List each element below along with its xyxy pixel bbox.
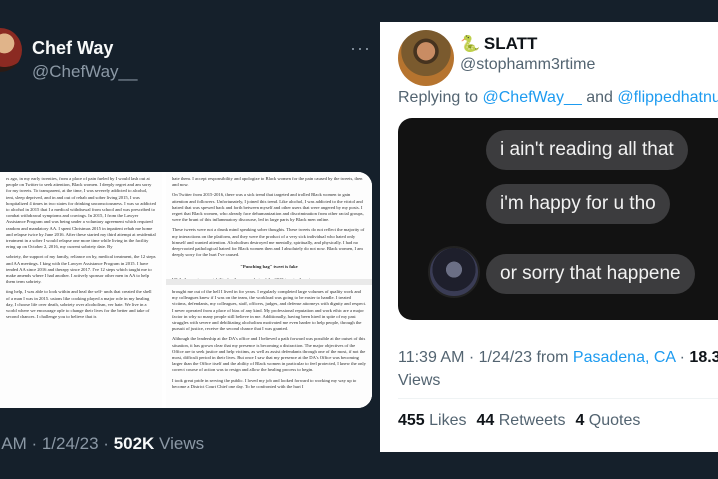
handle[interactable]: @ChefWay__ bbox=[32, 62, 137, 82]
message-bubble: i'm happy for u tho bbox=[486, 184, 670, 224]
statement-heading: "Punching bag" tweet is fake bbox=[240, 264, 298, 270]
display-name[interactable]: Chef Way bbox=[32, 38, 113, 59]
more-options-icon[interactable]: ··· bbox=[350, 38, 371, 59]
tweet-meta: 11:39 AM · 1/24/23 from Pasadena, CA · 1… bbox=[398, 346, 718, 392]
message-bubble: or sorry that happene bbox=[486, 254, 695, 294]
quotes-count: 4 bbox=[575, 412, 585, 429]
retweets-label: Retweets bbox=[494, 412, 566, 429]
reply-user-link[interactable]: @flippedhatnup bbox=[617, 89, 718, 106]
retweets-count: 44 bbox=[476, 412, 495, 429]
slatt-avatar[interactable] bbox=[398, 30, 454, 86]
views-label: Views bbox=[398, 372, 441, 389]
views-count: 502K bbox=[113, 434, 155, 453]
meta-separator: · bbox=[675, 349, 690, 366]
statement-page-1[interactable]: rs ago, in my early twenties, from a pla… bbox=[0, 172, 162, 408]
sender-avatar bbox=[428, 246, 480, 298]
snake-emoji-icon: 🐍 bbox=[460, 36, 480, 53]
likes-count: 455 bbox=[398, 412, 425, 429]
views-count: 18.3 bbox=[689, 349, 718, 366]
statement-images[interactable]: rs ago, in my early twenties, from a pla… bbox=[0, 172, 372, 408]
statement-paragraph: sobriety, the support of my family, reli… bbox=[6, 254, 156, 285]
right-tweet: 🐍 SLATT @stophamm3rtime Replying to @Che… bbox=[380, 22, 718, 452]
tweet-time[interactable]: 5 AM · 1/24/23 · bbox=[0, 434, 114, 453]
divider bbox=[398, 398, 718, 399]
reply-and: and bbox=[581, 89, 618, 106]
replying-prefix: Replying to bbox=[398, 89, 483, 106]
message-bubble: i ain't reading all that bbox=[486, 130, 688, 170]
statement-paragraph: On Twitter from 2015-2016, there was a s… bbox=[172, 192, 364, 223]
replying-to: Replying to @ChefWay__ and @flippedhatnu… bbox=[398, 89, 718, 107]
statement-page-3[interactable]: brought me out of the hell I lived in fo… bbox=[166, 285, 372, 408]
likes-stat[interactable]: 455 Likes bbox=[398, 412, 467, 429]
display-name[interactable]: 🐍 SLATT bbox=[460, 34, 537, 54]
statement-paragraph: These tweets were not a drunk mind speak… bbox=[172, 227, 365, 258]
location-link[interactable]: Pasadena, CA bbox=[573, 349, 675, 366]
tweet-image[interactable]: i ain't reading all that i'm happy for u… bbox=[398, 118, 718, 320]
views-label: Views bbox=[154, 434, 205, 453]
likes-label: Likes bbox=[424, 412, 467, 429]
reply-user-link[interactable]: @ChefWay__ bbox=[483, 89, 582, 106]
quotes-label: Quotes bbox=[584, 412, 641, 429]
left-tweet: Chef Way @ChefWay__ ··· rs ago, in my ea… bbox=[0, 0, 380, 479]
statement-paragraph: I took great pride in serving the public… bbox=[172, 377, 357, 389]
handle[interactable]: @stophamm3rtime bbox=[460, 56, 595, 74]
statement-paragraph: rs ago, in my early twenties, from a pla… bbox=[6, 176, 156, 250]
statement-paragraph: brought me out of the hell I lived in fo… bbox=[172, 289, 366, 332]
tweet-time[interactable]: 11:39 AM · 1/24/23 from bbox=[398, 349, 573, 366]
statement-paragraph: Although the leadership at the DA's offi… bbox=[172, 336, 366, 373]
retweets-stat[interactable]: 44 Retweets bbox=[477, 412, 566, 429]
display-name-text: SLATT bbox=[483, 34, 538, 53]
engagement-stats: 455 Likes 44 Retweets 4 Quotes bbox=[398, 412, 640, 430]
quotes-stat[interactable]: 4 Quotes bbox=[575, 412, 640, 429]
tweet-meta: 5 AM · 1/24/23 · 502K Views bbox=[0, 434, 204, 454]
chefway-avatar[interactable] bbox=[0, 28, 22, 72]
statement-paragraph: hate them. I accept responsibility and a… bbox=[172, 176, 363, 188]
statement-paragraph: ting help, I was able to look within and… bbox=[6, 289, 152, 320]
